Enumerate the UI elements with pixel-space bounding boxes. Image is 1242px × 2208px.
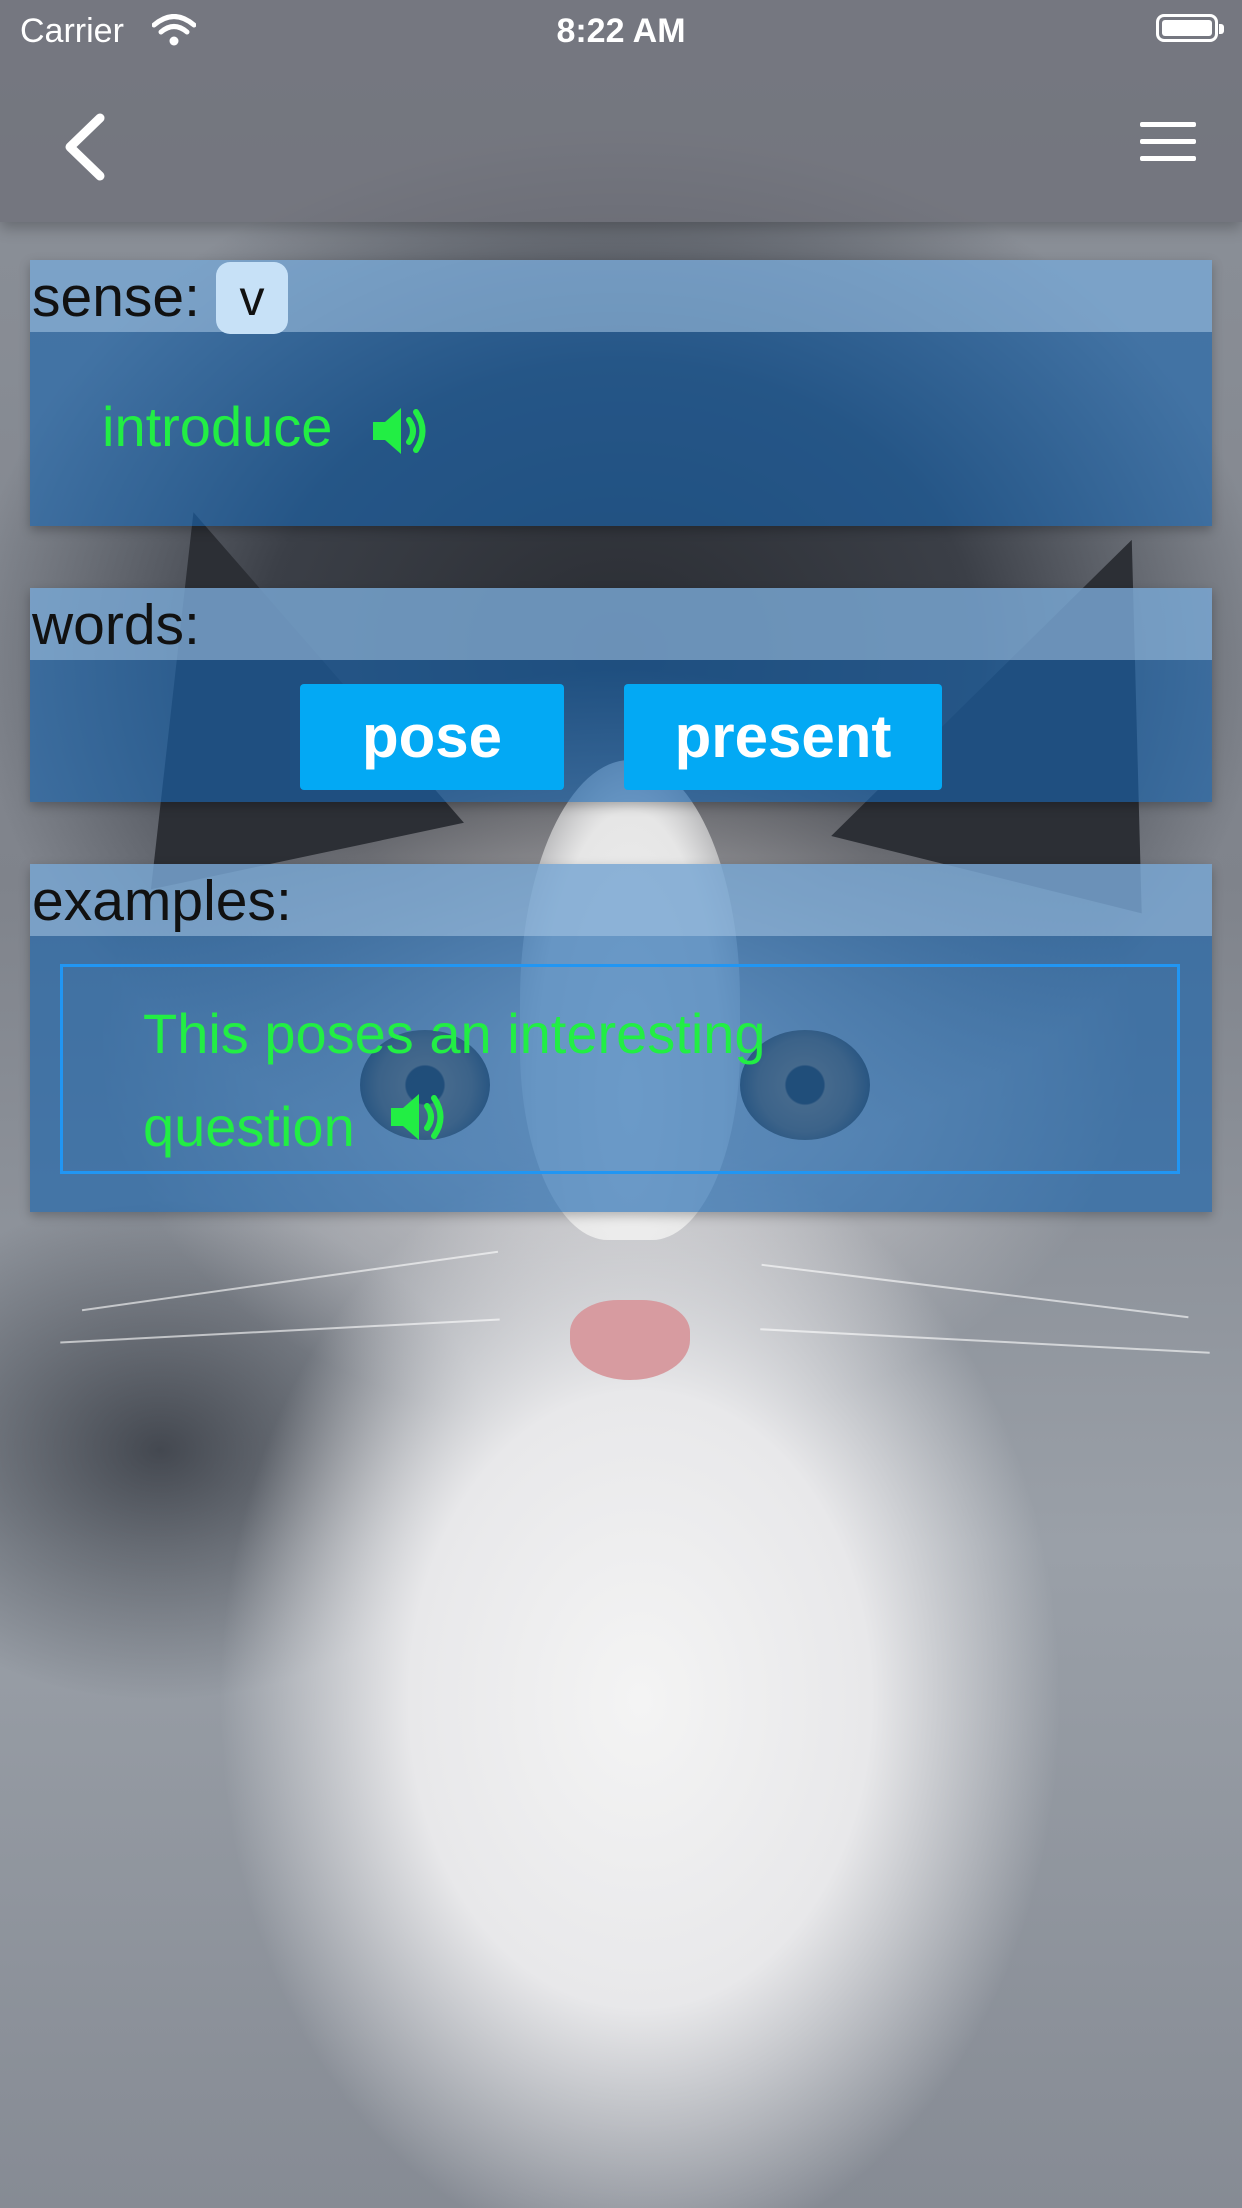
sense-meaning-row: introduce <box>102 394 429 463</box>
examples-label: examples: <box>32 869 292 933</box>
part-of-speech-badge: v <box>216 262 288 334</box>
hamburger-menu-icon <box>1140 122 1196 161</box>
words-card: words: pose present <box>30 588 1212 802</box>
back-button[interactable] <box>60 112 116 182</box>
examples-header: examples: <box>30 864 1212 936</box>
sense-card: sense: v introduce <box>30 260 1212 526</box>
example-sentence: This poses an interesting question <box>143 1002 766 1158</box>
sense-header: sense: v <box>30 260 1212 334</box>
chevron-left-icon <box>65 113 105 181</box>
play-example-button[interactable] <box>389 1090 447 1179</box>
speaker-icon <box>372 408 426 455</box>
status-bar: Carrier 8:22 AM <box>0 0 1242 62</box>
word-button-pose[interactable]: pose <box>300 684 564 790</box>
sense-label: sense: <box>32 265 200 329</box>
battery-icon <box>1156 14 1224 42</box>
examples-card: examples: This poses an interesting ques… <box>30 864 1212 1212</box>
word-button-present[interactable]: present <box>624 684 942 790</box>
play-meaning-button[interactable] <box>371 404 429 463</box>
menu-button[interactable] <box>1140 122 1196 166</box>
words-label: words: <box>32 593 200 657</box>
words-header: words: <box>30 588 1212 660</box>
sense-meaning: introduce <box>102 395 333 458</box>
speaker-icon <box>391 1094 444 1141</box>
status-time: 8:22 AM <box>556 12 686 50</box>
example-item[interactable]: This poses an interesting question <box>60 964 1180 1174</box>
